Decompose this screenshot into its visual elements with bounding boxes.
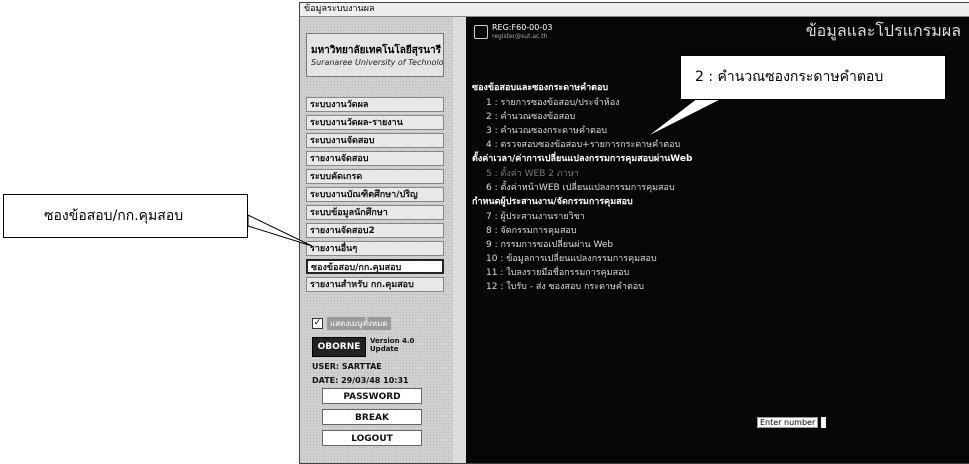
brand-box: มหาวิทยาลัยเทคโนโลยีสุรนารี Suranaree Un… — [306, 33, 444, 77]
sidebar-item-exam-envelope[interactable]: ซองข้อสอบ/กก.คุมสอบ — [306, 259, 444, 274]
sidebar-menu: ระบบงานวัดผล ระบบงานวัดผล-รายงาน ระบบงาน… — [306, 97, 444, 295]
option-12[interactable]: 12 : ใบรับ - ส่ง ซองสอบ กระดาษคำตอบ — [472, 280, 692, 294]
option-8[interactable]: 8 : จัดกรรมการคุมสอบ — [472, 224, 692, 238]
sidebar-item-exam-report-2[interactable]: รายงานจัดสอบ2 — [306, 223, 444, 238]
break-button[interactable]: BREAK — [322, 409, 422, 425]
brand-name: มหาวิทยาลัยเทคโนโลยีสุรนารี — [311, 45, 442, 56]
option-11[interactable]: 11 : ใบลงรายมือชื่อกรรมการคุมสอบ — [472, 266, 692, 280]
option-10[interactable]: 10 : ข้อมูลการเปลี่ยนแปลงกรรมการคุมสอบ — [472, 252, 692, 266]
password-button[interactable]: PASSWORD — [322, 388, 422, 404]
page-title: ข้อมูลและโปรแกรมผล — [805, 21, 961, 40]
sidebar-item-grade-cut[interactable]: ระบบคัดเกรด — [306, 169, 444, 184]
option-1[interactable]: 1 : รายการซองข้อสอบ/ประจำห้อง — [472, 96, 692, 110]
option-4[interactable]: 4 : ตรวจสอบซองข้อสอบ+รายการกระดาษคำตอบ — [472, 138, 692, 152]
option-5[interactable]: 5 : ตั้งค่า WEB 2 ภาษา — [472, 167, 692, 181]
option-3[interactable]: 3 : คำนวณซองกระดาษคำตอบ — [472, 124, 692, 138]
program-email: register@sut.ac.th — [492, 33, 548, 40]
brand-logo: OBORNE — [312, 337, 366, 357]
show-all-checkbox-row: ✓ แสดงเมนูทั้งหมด — [312, 317, 391, 330]
show-all-label: แสดงเมนูทั้งหมด — [327, 317, 391, 330]
section-title: กำหนดผู้ประสานงาน/จัดกรรมการคุมสอบ — [472, 197, 633, 207]
section-title: ตั้งค่าเวลา/ค่าการเปลี่ยนแปลงกรรมการคุมส… — [472, 154, 693, 164]
option-2[interactable]: 2 : คำนวณซองข้อสอบ — [472, 110, 692, 124]
version-info: Version 4.0 Update — [370, 337, 414, 353]
number-input-cursor[interactable] — [821, 417, 827, 428]
date-line: DATE: 29/03/48 10:31 — [312, 376, 409, 385]
callout-left: ซองข้อสอบ/กก.คุมสอบ — [3, 194, 248, 238]
option-6[interactable]: 6 : ตั้งค่าหน้าWEB เปลี่ยนแปลงกรรมการคุม… — [472, 181, 692, 195]
option-7[interactable]: 7 : ผู้ประสานงานรายวิชา — [472, 210, 692, 224]
sidebar-item-graduate[interactable]: ระบบงานบัณฑิตศึกษา/ปริญ — [306, 187, 444, 202]
version-text: Version 4.0 — [370, 337, 415, 345]
enter-number-label: Enter number — [757, 417, 819, 428]
user-info: USER: SARTTAE DATE: 29/03/48 10:31 — [312, 362, 409, 390]
sidebar-item-exam-schedule[interactable]: ระบบงานจัดสอบ — [306, 133, 444, 148]
option-9[interactable]: 9 : กรรมการขอเปลี่ยนผ่าน Web — [472, 238, 692, 252]
brand-subtitle: Suranaree University of Technology — [311, 58, 443, 67]
sidebar-item-exam-report[interactable]: รายงานจัดสอบ — [306, 151, 444, 166]
show-all-checkbox[interactable]: ✓ — [312, 318, 323, 329]
sidebar-item-grading-report[interactable]: ระบบงานวัดผล-รายงาน — [306, 115, 444, 130]
logout-button[interactable]: LOGOUT — [322, 430, 422, 446]
sidebar-item-student-info[interactable]: ระบบข้อมูลนักศึกษา — [306, 205, 444, 220]
callout-right: 2 : คำนวณซองกระดาษคำตอบ — [680, 55, 946, 100]
app-logo-icon — [474, 25, 488, 39]
section-title: ซองข้อสอบและซองกระดาษคำตอบ — [472, 83, 609, 93]
user-line: USER: SARTTAE — [312, 362, 382, 371]
option-list: ซองข้อสอบและซองกระดาษคำตอบ 1 : รายการซอง… — [472, 81, 692, 294]
program-code: REG:F60-00-03 — [492, 23, 553, 32]
version-note: Update — [370, 345, 399, 353]
enter-number-prompt: Enter number — [757, 417, 827, 428]
window-title: ข้อมูลระบบงานผล — [300, 3, 969, 17]
sidebar-item-proctor-report[interactable]: รายงานสำหรับ กก.คุมสอบ — [306, 277, 444, 292]
sidebar-item-grading[interactable]: ระบบงานวัดผล — [306, 97, 444, 112]
sidebar: มหาวิทยาลัยเทคโนโลยีสุรนารี Suranaree Un… — [300, 17, 453, 463]
sidebar-item-other-reports[interactable]: รายงานอื่นๆ — [306, 241, 444, 256]
